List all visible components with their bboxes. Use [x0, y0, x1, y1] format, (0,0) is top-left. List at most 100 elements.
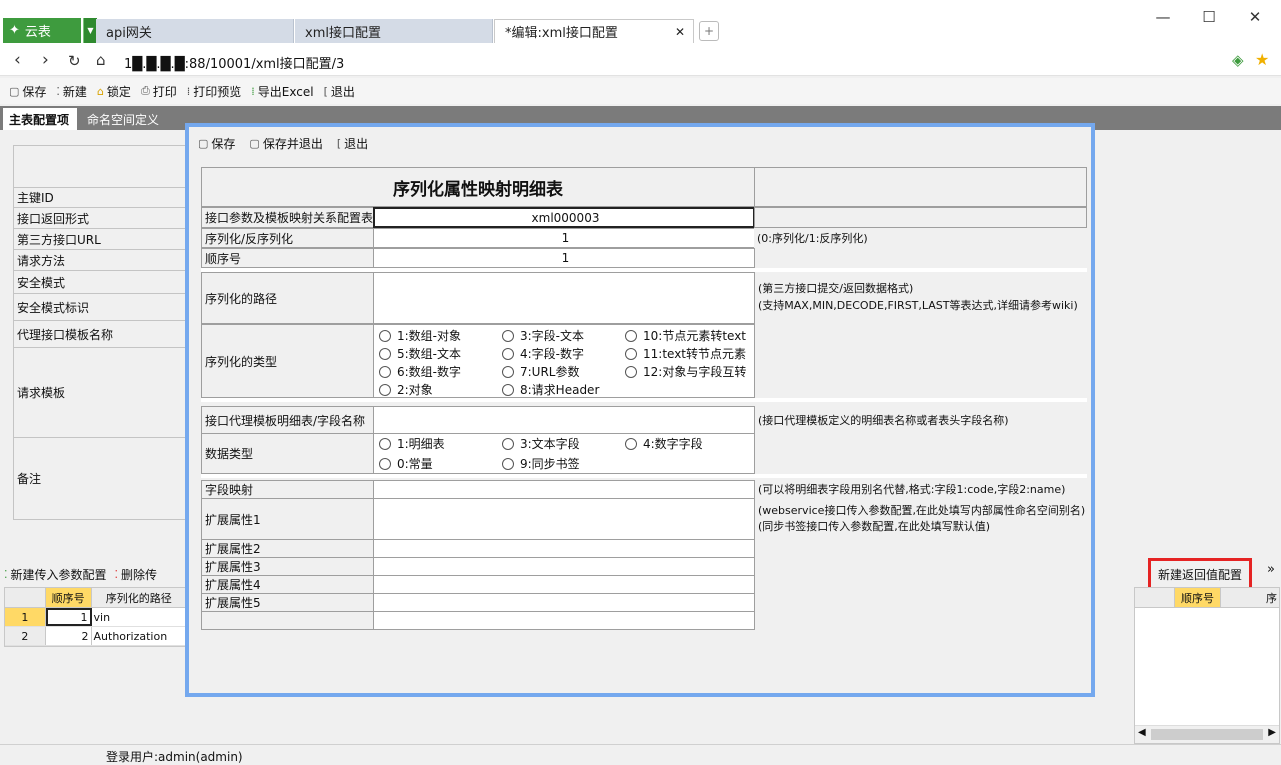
- radio-option[interactable]: 12:对象与字段互转: [625, 363, 746, 380]
- print-preview-button[interactable]: ⁞ 打印预览: [187, 83, 242, 100]
- tab-edit-xml-config[interactable]: *编辑:xml接口配置 ✕: [494, 19, 694, 43]
- ext1-note: (webservice接口传入参数配置,在此处填写内部属性命名空间别名): [758, 504, 1086, 517]
- close-tab-icon[interactable]: ✕: [675, 25, 685, 39]
- scroll-right-icon[interactable]: ▶: [1268, 727, 1276, 738]
- scroll-left-icon[interactable]: ◀: [1138, 727, 1146, 738]
- save-exit-icon: ▢: [249, 137, 260, 150]
- radio-option[interactable]: 3:文本字段: [502, 435, 580, 452]
- radio-option[interactable]: 7:URL参数: [502, 363, 580, 380]
- grid-cell[interactable]: vin: [92, 608, 186, 626]
- ext3-input[interactable]: [373, 557, 755, 576]
- save-and-exit-button[interactable]: ▢ 保存并退出: [249, 135, 322, 152]
- field-label: 扩展属性4: [201, 575, 374, 594]
- radio-label: 8:请求Header: [520, 383, 600, 397]
- ext5-input[interactable]: [373, 593, 755, 612]
- grid-cell[interactable]: Authorization: [92, 627, 186, 645]
- new-tab-icon[interactable]: +: [699, 21, 719, 41]
- tab-xml-config[interactable]: xml接口配置: [295, 19, 493, 43]
- ext4-input[interactable]: [373, 575, 755, 594]
- radio-circle: [625, 365, 637, 378]
- minimize-icon[interactable]: —: [1148, 8, 1178, 26]
- table-row[interactable]: 1 1 vin: [5, 608, 186, 627]
- radio-option[interactable]: 11:text转节点元素: [625, 345, 746, 362]
- column-header[interactable]: 序: [1221, 588, 1279, 607]
- back-icon[interactable]: ‹: [14, 50, 21, 70]
- table-row[interactable]: 2 2 Authorization: [5, 627, 186, 646]
- radio-circle: [502, 347, 514, 360]
- radio-circle: [502, 383, 514, 396]
- column-header[interactable]: 顺序号: [45, 588, 92, 607]
- delete-param-label: 删除传: [121, 567, 158, 582]
- app-menu-button[interactable]: ✦ 云表 ▼: [3, 18, 97, 43]
- excel-icon: ⁞: [251, 84, 255, 98]
- app-dropdown-icon[interactable]: ▼: [83, 18, 97, 43]
- new-button[interactable]: ⁚ 新建: [56, 83, 87, 100]
- modal-exit-button[interactable]: [退出: [337, 135, 368, 152]
- empty-input[interactable]: [373, 611, 755, 630]
- radio-label: 6:数组-数字: [397, 365, 462, 379]
- tab-api-gateway[interactable]: api网关: [96, 19, 294, 43]
- param-grid: 顺序号 序列化的路径 1 1 vin 2 2 Authorization: [4, 587, 187, 647]
- maximize-icon[interactable]: ☐: [1194, 8, 1224, 26]
- main-form: 主键ID 接口返回形式 第三方接口URL 请求方法 安全模式 安全模式标识 代理…: [13, 145, 189, 520]
- radio-option[interactable]: 0:常量: [379, 455, 433, 472]
- radio-option[interactable]: 1:明细表: [379, 435, 445, 452]
- scrollbar-thumb[interactable]: [1151, 729, 1263, 740]
- column-header[interactable]: 顺序号: [1175, 588, 1221, 607]
- new-param-button[interactable]: ⁚ 新建传入参数配置: [4, 566, 107, 583]
- serialize-input[interactable]: 1: [373, 228, 755, 248]
- empty-label: [201, 611, 374, 630]
- tab-label: api网关: [106, 25, 152, 41]
- radio-option[interactable]: 2:对象: [379, 381, 433, 398]
- star-icon[interactable]: ★: [1255, 50, 1269, 69]
- mapping-input[interactable]: xml000003: [373, 207, 755, 228]
- url-input[interactable]: 1█.█.█.█:88/10001/xml接口配置/3: [124, 53, 344, 72]
- exit-button[interactable]: [退出: [324, 83, 355, 100]
- close-window-icon[interactable]: ✕: [1240, 8, 1270, 26]
- radio-option[interactable]: 8:请求Header: [502, 381, 599, 398]
- radio-label: 1:明细表: [397, 437, 445, 451]
- export-excel-button[interactable]: ⁞ 导出Excel: [251, 83, 313, 100]
- path-input[interactable]: [373, 272, 755, 324]
- tab-namespace[interactable]: 命名空间定义: [81, 108, 171, 130]
- radio-circle: [379, 365, 391, 378]
- grid-cell[interactable]: 1: [45, 608, 92, 626]
- field-label: 顺序号: [201, 248, 374, 268]
- radio-option[interactable]: 6:数组-数字: [379, 363, 461, 380]
- reload-icon[interactable]: ↻: [68, 52, 81, 70]
- column-header[interactable]: 序列化的路径: [92, 588, 186, 607]
- ext2-input[interactable]: [373, 539, 755, 558]
- grid-cell[interactable]: 2: [46, 627, 92, 645]
- radio-circle: [502, 437, 514, 450]
- radio-circle: [379, 329, 391, 342]
- field-label: 数据类型: [201, 433, 374, 474]
- field-label: 第三方接口URL: [14, 229, 188, 250]
- save-button[interactable]: ▢ 保存: [9, 83, 46, 100]
- order-input[interactable]: 1: [373, 248, 755, 268]
- radio-option[interactable]: 10:节点元素转text: [625, 327, 746, 344]
- proxy-input[interactable]: [373, 406, 755, 434]
- horizontal-scrollbar[interactable]: ◀ ▶: [1135, 725, 1279, 743]
- lock-button[interactable]: ⌂ 锁定: [97, 83, 131, 100]
- fieldmap-input[interactable]: [373, 480, 755, 499]
- radio-option[interactable]: 3:字段-文本: [502, 327, 584, 344]
- radio-label: 4:字段-数字: [520, 347, 585, 361]
- field-label: 序列化/反序列化: [201, 228, 374, 248]
- print-button[interactable]: ⎙ 打印: [141, 83, 177, 100]
- radio-option[interactable]: 4:字段-数字: [502, 345, 584, 362]
- ext1-input[interactable]: [373, 498, 755, 540]
- radio-option[interactable]: 4:数字字段: [625, 435, 703, 452]
- more-icon[interactable]: »: [1267, 562, 1275, 577]
- radio-option[interactable]: 5:数组-文本: [379, 345, 461, 362]
- home-icon[interactable]: ⌂: [96, 51, 106, 69]
- extension-icon[interactable]: ◈: [1232, 51, 1244, 69]
- modal-save-button[interactable]: ▢ 保存: [198, 135, 235, 152]
- radio-option[interactable]: 1:数组-对象: [379, 327, 461, 344]
- delete-param-button[interactable]: ⁚ 删除传: [115, 566, 158, 583]
- radio-option[interactable]: 9:同步书签: [502, 455, 580, 472]
- tab-main-config[interactable]: 主表配置项: [3, 108, 77, 130]
- new-return-config-button[interactable]: 新建返回值配置: [1148, 558, 1252, 590]
- radio-label: 3:字段-文本: [520, 329, 585, 343]
- tab-label: 主表配置项: [9, 112, 70, 127]
- forward-icon[interactable]: ›: [42, 50, 49, 70]
